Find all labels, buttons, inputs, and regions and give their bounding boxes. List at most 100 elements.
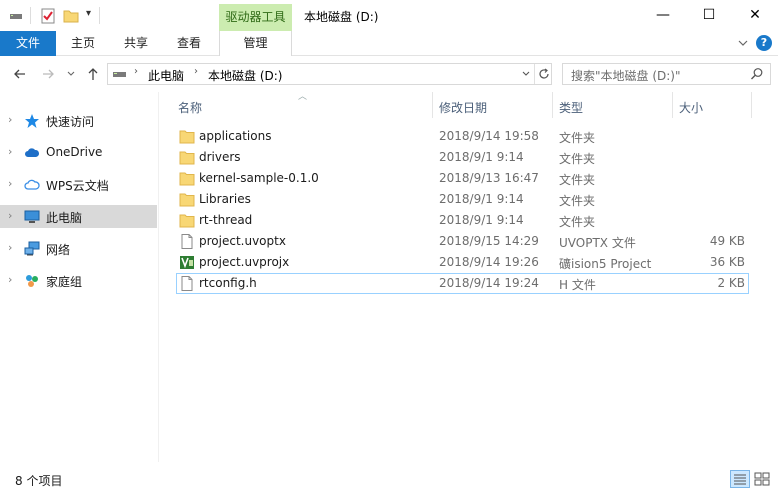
column-header-row: ︿ 名称 修改日期 类型 大小 (159, 92, 778, 118)
computer-icon (24, 210, 40, 223)
column-header-type[interactable]: 类型 (559, 99, 583, 116)
arrow-right-icon (43, 69, 54, 79)
nav-item-homegroup[interactable]: › 家庭组 (0, 269, 157, 292)
file-row[interactable]: Libraries 2018/9/1 9:14 文件夹 (176, 189, 749, 210)
large-icons-view-button[interactable] (752, 470, 772, 488)
address-bar[interactable]: › 此电脑 › 本地磁盘 (D:) (107, 63, 552, 85)
breadcrumb-drive[interactable]: 本地磁盘 (D:) (208, 67, 282, 84)
column-divider[interactable] (672, 92, 673, 118)
file-name: project.uvoptx (199, 234, 286, 248)
drive-tools-context-label: 驱动器工具 (219, 4, 292, 31)
file-type: 文件夹 (559, 215, 596, 229)
window-title: 本地磁盘 (D:) (304, 10, 379, 24)
network-icon (24, 241, 40, 256)
file-name: drivers (199, 150, 241, 164)
search-input[interactable]: 搜索"本地磁盘 (D:)" (562, 63, 771, 85)
tab-file[interactable]: 文件 (0, 31, 56, 56)
tab-share[interactable]: 共享 (113, 31, 159, 56)
properties-icon[interactable] (40, 8, 56, 24)
file-name: kernel-sample-0.1.0 (199, 171, 319, 185)
back-button[interactable] (12, 66, 28, 82)
file-row[interactable]: project.uvprojx 2018/9/14 19:26 礦ision5 … (176, 252, 749, 273)
help-icon[interactable]: ? (756, 35, 772, 51)
file-type: 文件夹 (559, 131, 596, 145)
tab-view[interactable]: 查看 (166, 31, 212, 56)
column-divider[interactable] (552, 92, 553, 118)
breadcrumb-chevron-icon[interactable]: › (134, 66, 138, 77)
star-icon (25, 114, 39, 128)
file-size: 36 KB (709, 255, 745, 269)
file-date: 2018/9/1 9:14 (439, 192, 524, 206)
separator (30, 7, 31, 24)
title-bar: ▾ 驱动器工具 本地磁盘 (D:) — ☐ ✕ (0, 0, 778, 31)
file-type: H 文件 (559, 278, 596, 292)
file-name: Libraries (199, 192, 251, 206)
file-name: project.uvprojx (199, 255, 290, 269)
keil-project-icon (180, 256, 194, 269)
maximize-button[interactable]: ☐ (686, 0, 732, 31)
column-divider[interactable] (432, 92, 433, 118)
file-size: 2 KB (717, 276, 745, 290)
close-button[interactable]: ✕ (732, 0, 778, 31)
nav-item-onedrive[interactable]: › OneDrive (0, 141, 157, 164)
file-row[interactable]: applications 2018/9/14 19:58 文件夹 (176, 126, 749, 147)
chevron-down-icon[interactable] (736, 36, 750, 50)
file-row[interactable]: project.uvoptx 2018/9/15 14:29 UVOPTX 文件… (176, 231, 749, 252)
chevron-right-icon[interactable]: › (8, 209, 12, 222)
search-placeholder: 搜索"本地磁盘 (D:)" (571, 69, 681, 83)
homegroup-icon (26, 275, 38, 287)
breadcrumb-chevron-icon[interactable]: › (194, 66, 198, 77)
nav-item-network[interactable]: › 网络 (0, 237, 157, 260)
wps-cloud-icon (24, 179, 40, 190)
nav-item-label: OneDrive (46, 145, 103, 159)
file-size: 49 KB (709, 234, 745, 248)
tab-home[interactable]: 主页 (60, 31, 106, 56)
nav-item-wps-cloud[interactable]: › WPS云文档 (0, 173, 157, 196)
file-type: 礦ision5 Project (559, 257, 652, 271)
chevron-right-icon[interactable]: › (8, 273, 12, 286)
file-row[interactable]: rt-thread 2018/9/1 9:14 文件夹 (176, 210, 749, 231)
chevron-right-icon[interactable]: › (8, 177, 12, 190)
separator (99, 7, 100, 24)
folder-icon (179, 130, 195, 144)
nav-item-this-pc[interactable]: › 此电脑 (0, 205, 157, 228)
arrow-up-icon (88, 68, 98, 80)
details-view-icon (734, 474, 746, 485)
column-header-date[interactable]: 修改日期 (439, 99, 487, 116)
nav-item-label: 快速访问 (46, 115, 95, 129)
file-date: 2018/9/15 14:29 (439, 234, 539, 248)
file-row[interactable]: kernel-sample-0.1.0 2018/9/13 16:47 文件夹 (176, 168, 749, 189)
chevron-down-icon[interactable] (520, 68, 532, 80)
forward-button[interactable] (40, 66, 56, 82)
search-icon (751, 68, 763, 80)
address-row: › 此电脑 › 本地磁盘 (D:) 搜索"本地磁盘 (D:)" (0, 56, 778, 92)
breadcrumb-this-pc[interactable]: 此电脑 (148, 67, 184, 84)
file-row[interactable]: drivers 2018/9/1 9:14 文件夹 (176, 147, 749, 168)
up-button[interactable] (85, 66, 101, 82)
column-header-name[interactable]: 名称 (178, 99, 202, 116)
new-folder-icon[interactable] (63, 8, 79, 24)
nav-item-quick-access[interactable]: › 快速访问 (0, 109, 157, 132)
file-row[interactable]: rtconfig.h 2018/9/14 19:24 H 文件 2 KB (176, 273, 749, 294)
tab-manage[interactable]: 管理 (219, 31, 292, 56)
item-count: 8 个项目 (15, 474, 63, 488)
column-divider[interactable] (751, 92, 752, 118)
column-header-size[interactable]: 大小 (679, 99, 703, 116)
nav-item-label: 家庭组 (46, 275, 83, 289)
minimize-button[interactable]: — (640, 0, 686, 31)
chevron-right-icon[interactable]: › (8, 241, 12, 254)
customize-quick-access-icon[interactable]: ▾ (86, 8, 91, 19)
file-name: rtconfig.h (199, 276, 257, 290)
chevron-right-icon[interactable]: › (8, 113, 12, 126)
refresh-icon[interactable] (537, 67, 551, 81)
details-view-button[interactable] (730, 470, 750, 488)
file-icon (181, 234, 193, 249)
nav-item-label: 此电脑 (46, 211, 83, 225)
file-date: 2018/9/14 19:58 (439, 129, 539, 143)
recent-locations-button[interactable] (66, 66, 76, 82)
large-icons-view-icon (754, 472, 770, 486)
nav-item-label: 网络 (46, 243, 71, 257)
chevron-right-icon[interactable]: › (8, 145, 12, 158)
file-type: 文件夹 (559, 152, 596, 166)
sort-ascending-icon: ︿ (298, 92, 308, 102)
